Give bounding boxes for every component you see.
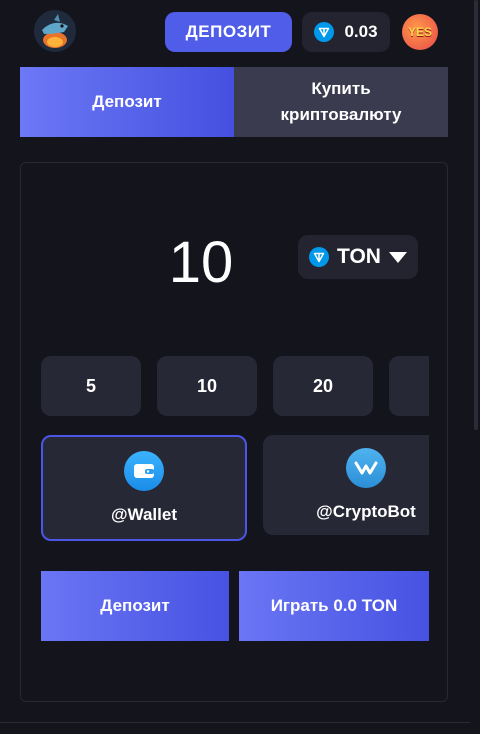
balance-value: 0.03 [344, 22, 378, 41]
deposit-button[interactable]: Депозит [41, 571, 229, 641]
cryptobot-icon [346, 448, 386, 488]
deposit-tabs: Депозит Купить криптовалюту [20, 67, 448, 137]
preset-amount-button[interactable]: 20 [273, 356, 373, 416]
top-bar: ДЕПОЗИТ 0.03 YES [0, 0, 470, 64]
balance-indicator[interactable]: 0.03 [302, 12, 390, 52]
tab-deposit[interactable]: Депозит [20, 67, 234, 137]
preset-amount-button[interactable]: 10 [157, 356, 257, 416]
payment-methods: @Wallet @CryptoBot [41, 435, 429, 543]
method-cryptobot-button[interactable]: @CryptoBot [263, 435, 429, 535]
scrollbar[interactable] [472, 0, 480, 734]
chevron-down-icon [388, 251, 407, 263]
method-wallet-button[interactable]: @Wallet [41, 435, 247, 541]
shark-logo-icon[interactable] [34, 10, 76, 52]
currency-selector[interactable]: TON [298, 235, 418, 279]
play-button[interactable]: Играть 0.0 TON [239, 571, 429, 641]
header-deposit-button[interactable]: ДЕПОЗИТ [165, 12, 292, 52]
divider [0, 722, 470, 723]
ton-icon [309, 247, 330, 267]
wallet-icon [124, 451, 164, 491]
deposit-page: ДЕПОЗИТ 0.03 YES Депозит Купить криптова… [0, 0, 480, 734]
amount-presets: 5 10 20 [41, 356, 429, 416]
ton-icon [314, 22, 335, 42]
currency-label: TON [337, 245, 381, 268]
method-cryptobot-label: @CryptoBot [316, 502, 416, 521]
preset-amount-button[interactable] [389, 356, 429, 416]
user-avatar[interactable]: YES [402, 14, 438, 50]
scrollbar-thumb[interactable] [474, 0, 478, 430]
method-wallet-label: @Wallet [110, 505, 177, 524]
preset-amount-button[interactable]: 5 [41, 356, 141, 416]
action-buttons: Депозит Играть 0.0 TON [41, 571, 429, 641]
tab-buy-crypto[interactable]: Купить криптовалюту [234, 67, 448, 137]
deposit-card: 10 TON 5 10 20 @Wallet @CryptoBot Депози… [20, 162, 448, 702]
